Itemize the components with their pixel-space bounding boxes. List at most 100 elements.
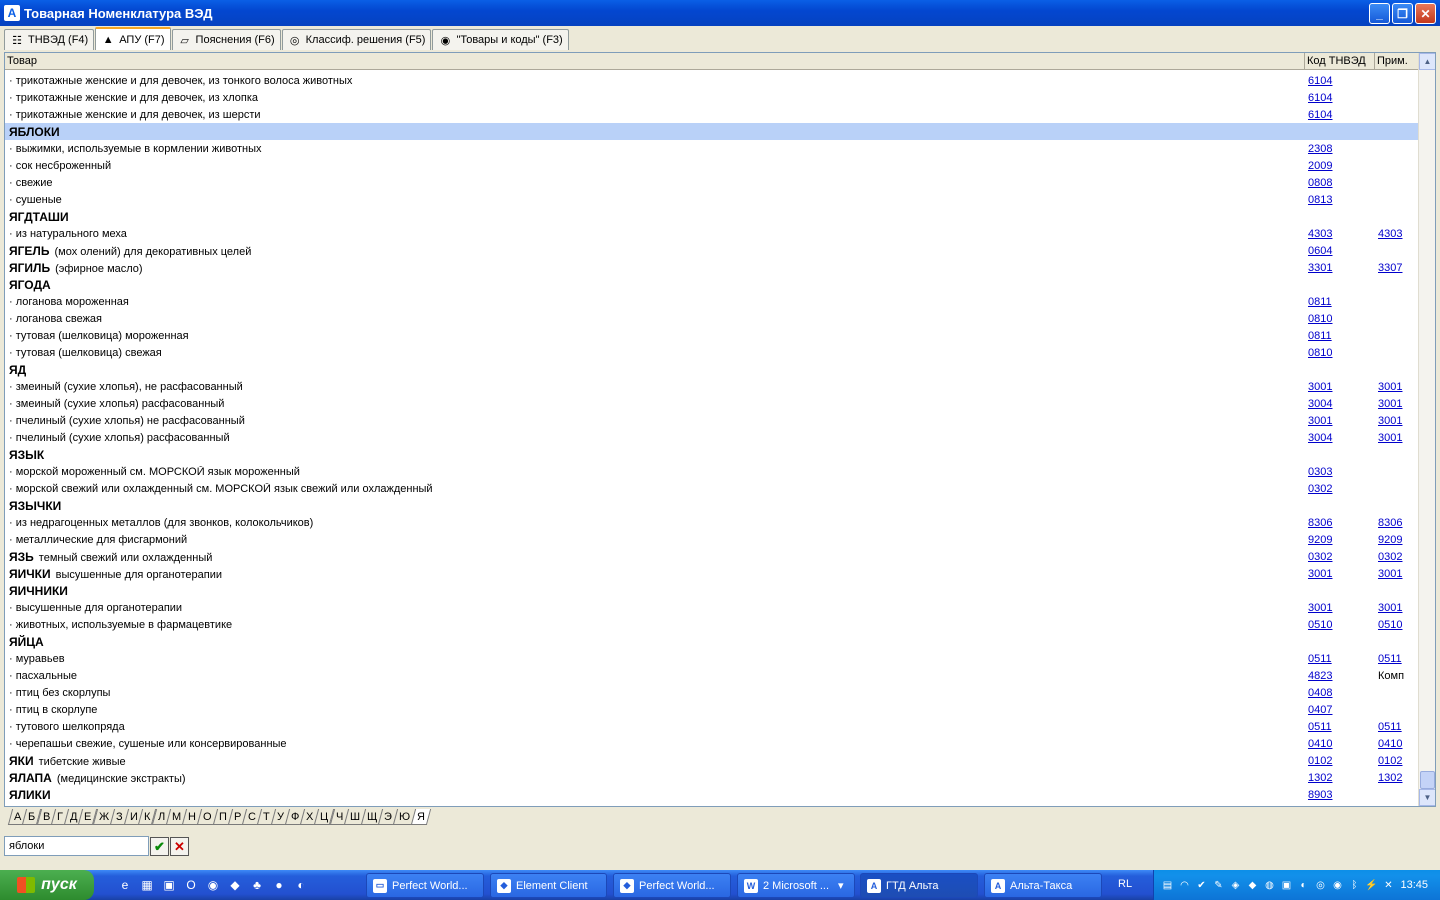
table-row[interactable]: · тутового шелкопряда 0511 0511 — [5, 718, 1419, 735]
tnved-code-link[interactable]: 0810 — [1308, 313, 1332, 325]
table-row[interactable]: · птиц без скорлупы 0408 — [5, 684, 1419, 701]
table-row[interactable]: · трикотажные женские и для девочек, из … — [5, 72, 1419, 89]
table-row[interactable]: ЯГДТАШИ — [5, 208, 1419, 225]
table-row[interactable]: ЯЙЦА — [5, 633, 1419, 650]
tnved-code-link[interactable]: 0604 — [1308, 245, 1332, 257]
tnved-code-link[interactable]: 3001 — [1308, 602, 1332, 614]
note-code-link[interactable]: 1302 — [1378, 772, 1402, 784]
app-shortcut-icon[interactable]: ◆ — [226, 876, 244, 894]
table-row[interactable]: · муравьев 0511 0511 — [5, 650, 1419, 667]
table-row[interactable]: · высушенные для органотерапии 3001 3001 — [5, 599, 1419, 616]
table-row[interactable]: · пчелиный (сухие хлопья) не расфасованн… — [5, 412, 1419, 429]
title-bar[interactable]: A Товарная Номенклатура ВЭД _ ❐ ✕ — [0, 0, 1440, 26]
note-code-link[interactable]: 0510 — [1378, 619, 1402, 631]
table-row[interactable]: ЯЗЫК — [5, 446, 1419, 463]
minimize-button[interactable]: _ — [1369, 3, 1390, 24]
note-code-link[interactable]: 3001 — [1378, 398, 1402, 410]
tnved-code-link[interactable]: 4303 — [1308, 228, 1332, 240]
tab-apu[interactable]: ▲ АПУ (F7) — [95, 27, 171, 50]
table-row[interactable]: ЯД — [5, 361, 1419, 378]
note-code-link[interactable]: 0511 — [1378, 653, 1402, 665]
column-header-note[interactable]: Прим. — [1375, 53, 1419, 70]
tnved-code-link[interactable]: 6104 — [1308, 109, 1332, 121]
disk-icon[interactable]: ◎ — [1313, 878, 1328, 893]
tnved-code-link[interactable]: 3004 — [1308, 432, 1332, 444]
table-row[interactable]: ЯГИЛЬ (эфирное масло) 3301 3307 — [5, 259, 1419, 276]
tnved-code-link[interactable]: 6104 — [1308, 92, 1332, 104]
tnved-code-link[interactable]: 0302 — [1308, 483, 1332, 495]
note-code-link[interactable]: 3001 — [1378, 415, 1402, 427]
media-icon[interactable]: ◉ — [204, 876, 222, 894]
table-row[interactable]: · морской мороженный см. МОРСКОЙ язык мо… — [5, 463, 1419, 480]
note-code-link[interactable]: 8306 — [1378, 517, 1402, 529]
table-row[interactable]: · животных, используемые в фармацевтике 0… — [5, 616, 1419, 633]
table-row[interactable]: · пасхальные 4823 Комп — [5, 667, 1419, 684]
vertical-scrollbar[interactable]: ▲ ▼ — [1418, 53, 1435, 806]
game-shortcut-icon[interactable]: ● — [270, 876, 288, 894]
tnved-code-link[interactable]: 2009 — [1308, 160, 1332, 172]
tnved-code-link[interactable]: 8306 — [1308, 517, 1332, 529]
note-code-link[interactable]: 3307 — [1378, 262, 1402, 274]
safely-remove-icon[interactable]: ✕ — [1381, 878, 1396, 893]
note-code-link[interactable]: 0410 — [1378, 738, 1402, 750]
search-confirm-button[interactable]: ✔ — [150, 837, 169, 856]
search-input[interactable]: яблоки — [4, 836, 149, 856]
tnved-code-link[interactable]: 0808 — [1308, 177, 1332, 189]
table-row[interactable]: ЯГОДА — [5, 276, 1419, 293]
language-indicator[interactable]: RL — [1118, 878, 1132, 890]
scroll-thumb[interactable] — [1420, 771, 1435, 789]
tab-explanations[interactable]: ▱ Пояснения (F6) — [171, 29, 281, 50]
bluetooth-icon[interactable]: ᛒ — [1347, 878, 1362, 893]
note-code-link[interactable]: 3001 — [1378, 432, 1402, 444]
search-clear-button[interactable]: ✕ — [170, 837, 189, 856]
tnved-code-link[interactable]: 2308 — [1308, 143, 1332, 155]
table-row[interactable]: · логанова мороженная 0811 — [5, 293, 1419, 310]
tnved-code-link[interactable]: 3001 — [1308, 415, 1332, 427]
note-code-link[interactable]: 3001 — [1378, 381, 1402, 393]
tnved-code-link[interactable]: 0813 — [1308, 194, 1332, 206]
tool-tray-icon[interactable]: ✎ — [1211, 878, 1226, 893]
tnved-code-link[interactable]: 8903 — [1308, 789, 1332, 801]
tnved-code-link[interactable]: 9209 — [1308, 534, 1332, 546]
note-code-link[interactable]: 3001 — [1378, 602, 1402, 614]
table-row[interactable]: · сушеные 0813 — [5, 191, 1419, 208]
alphabet-tab[interactable]: Я — [411, 809, 432, 825]
note-code-link[interactable]: 0302 — [1378, 551, 1402, 563]
table-row[interactable]: · птиц в скорлупе 0407 — [5, 701, 1419, 718]
tnved-code-link[interactable]: 0303 — [1308, 466, 1332, 478]
table-row[interactable]: · выжимки, используемые в кормлении живо… — [5, 140, 1419, 157]
ie-icon[interactable]: e — [116, 876, 134, 894]
flash-icon[interactable]: ⚡ — [1364, 878, 1379, 893]
scroll-up-icon[interactable]: ▲ — [1419, 53, 1435, 70]
table-row[interactable]: · из недрагоценных металлов (для звонков… — [5, 514, 1419, 531]
tnved-code-link[interactable]: 3001 — [1308, 568, 1332, 580]
note-code-link[interactable]: 4303 — [1378, 228, 1402, 240]
note-code-link[interactable]: 0102 — [1378, 755, 1402, 767]
table-row[interactable]: · тутовая (шелковица) свежая 0810 — [5, 344, 1419, 361]
wifi-icon[interactable]: ◠ — [1177, 878, 1192, 893]
tnved-code-link[interactable]: 0410 — [1308, 738, 1332, 750]
tnved-code-link[interactable]: 0811 — [1308, 330, 1332, 342]
table-row[interactable]: · черепашьи свежие, сушеные или консерви… — [5, 735, 1419, 752]
table-row[interactable]: ЯЛАПА (медицинские экстракты) 1302 1302 — [5, 769, 1419, 786]
explorer-icon[interactable]: ▣ — [160, 876, 178, 894]
tnved-code-link[interactable]: 0511 — [1308, 653, 1332, 665]
note-code-link[interactable]: 0511 — [1378, 721, 1402, 733]
tnved-code-link[interactable]: 3301 — [1308, 262, 1332, 274]
network-icon[interactable]: ▤ — [1160, 878, 1175, 893]
antivirus-icon[interactable]: ✔ — [1194, 878, 1209, 893]
table-row[interactable]: · сок несброженный 2009 — [5, 157, 1419, 174]
tnved-code-link[interactable]: 0810 — [1308, 347, 1332, 359]
table-row[interactable]: · змеиный (сухие хлопья) расфасованный 30… — [5, 395, 1419, 412]
table-row[interactable]: · из натурального меха 4303 4303 — [5, 225, 1419, 242]
table-row[interactable]: · трикотажные женские и для девочек, из … — [5, 89, 1419, 106]
table-row[interactable]: · трикотажные женские и для девочек, из … — [5, 106, 1419, 123]
taskbar-button-gtd-alta[interactable]: A ГТД Альта — [860, 873, 978, 898]
shield-icon[interactable]: ◈ — [1228, 878, 1243, 893]
table-row[interactable]: ЯКИ тибетские живые 0102 0102 — [5, 752, 1419, 769]
firefox-icon[interactable]: ◐ — [292, 876, 310, 894]
column-header-item[interactable]: Товар — [5, 53, 1305, 70]
taskbar-button-microsoft-word[interactable]: W2 Microsoft ... ▾ — [737, 873, 855, 898]
tnved-code-link[interactable]: 3004 — [1308, 398, 1332, 410]
table-row[interactable]: · змеиный (сухие хлопья), не расфасованн… — [5, 378, 1419, 395]
